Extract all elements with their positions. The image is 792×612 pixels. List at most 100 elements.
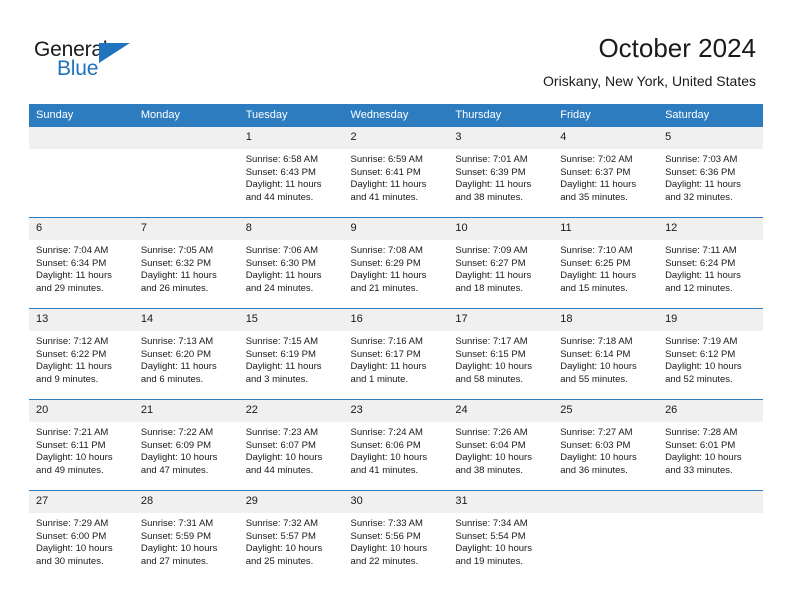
day-cell[interactable]: 13 Sunrise: 7:12 AM Sunset: 6:22 PM Dayligh… (29, 308, 134, 400)
daylight-text: Daylight: 11 hours and 26 minutes. (140, 270, 217, 294)
daylight-text: Daylight: 10 hours and 41 minutes. (350, 452, 428, 476)
triangle-icon (99, 43, 130, 63)
daylight-text: Daylight: 10 hours and 49 minutes. (36, 452, 113, 476)
sunset-text: Sunset: 6:03 PM (560, 439, 631, 451)
sunset-text: Sunset: 6:12 PM (665, 348, 736, 360)
calendar-body: 1 Sunrise: 6:58 AM Sunset: 6:43 PM Daylight… (29, 127, 763, 581)
day-details: Sunrise: 6:59 AM Sunset: 6:41 PM Daylight:… (344, 149, 449, 204)
daylight-text: Daylight: 11 hours and 12 minutes. (665, 270, 741, 294)
day-number (29, 127, 134, 149)
sunrise-text: Sunrise: 7:10 AM (560, 245, 633, 256)
day-cell[interactable]: 9 Sunrise: 7:08 AM Sunset: 6:29 PM Daylight… (343, 217, 449, 309)
day-cell[interactable]: 12 Sunrise: 7:11 AM Sunset: 6:24 PM Dayligh… (658, 217, 763, 309)
sunset-text: Sunset: 5:56 PM (350, 530, 421, 542)
day-details: Sunrise: 7:28 AM Sunset: 6:01 PM Daylight:… (658, 422, 763, 477)
day-number: 4 (553, 127, 659, 149)
sunset-text: Sunset: 6:29 PM (350, 257, 421, 269)
sunset-text: Sunset: 6:20 PM (140, 348, 212, 360)
day-cell[interactable]: 25 Sunrise: 7:27 AM Sunset: 6:03 PM Dayligh… (553, 399, 659, 491)
day-cell[interactable]: 7 Sunrise: 7:05 AM Sunset: 6:32 PM Daylight… (133, 217, 239, 309)
day-cell[interactable]: 4 Sunrise: 7:02 AM Sunset: 6:37 PM Daylight… (553, 127, 659, 218)
weekday-header-monday: Monday (133, 104, 239, 127)
sunrise-text: Sunrise: 7:19 AM (665, 336, 738, 347)
day-details: Sunrise: 7:33 AM Sunset: 5:56 PM Daylight:… (344, 513, 449, 568)
sunset-text: Sunset: 6:22 PM (36, 348, 107, 360)
sunset-text: Sunset: 6:34 PM (36, 257, 107, 269)
sunset-text: Sunset: 6:04 PM (455, 439, 526, 451)
sunrise-text: Sunrise: 7:26 AM (455, 427, 528, 438)
day-cell[interactable]: 19 Sunrise: 7:19 AM Sunset: 6:12 PM Dayligh… (658, 308, 763, 400)
daylight-text: Daylight: 11 hours and 29 minutes. (36, 270, 112, 294)
day-cell[interactable]: 30 Sunrise: 7:33 AM Sunset: 5:56 PM Dayligh… (343, 490, 449, 581)
day-cell[interactable]: 15 Sunrise: 7:15 AM Sunset: 6:19 PM Dayligh… (238, 308, 344, 400)
daylight-text: Daylight: 11 hours and 3 minutes. (245, 361, 322, 385)
day-number: 24 (448, 400, 554, 422)
daylight-text: Daylight: 10 hours and 38 minutes. (455, 452, 532, 476)
day-details: Sunrise: 7:04 AM Sunset: 6:34 PM Daylight:… (29, 240, 134, 295)
sunrise-text: Sunrise: 7:11 AM (665, 245, 737, 256)
sunset-text: Sunset: 6:36 PM (665, 166, 736, 178)
day-number: 6 (29, 218, 134, 240)
week-row: 6 Sunrise: 7:04 AM Sunset: 6:34 PM Daylight… (29, 217, 763, 309)
sunset-text: Sunset: 6:24 PM (665, 257, 736, 269)
day-details: Sunrise: 7:13 AM Sunset: 6:20 PM Daylight:… (134, 331, 239, 386)
day-cell[interactable]: 18 Sunrise: 7:18 AM Sunset: 6:14 PM Dayligh… (553, 308, 659, 400)
day-cell[interactable]: 11 Sunrise: 7:10 AM Sunset: 6:25 PM Dayligh… (553, 217, 659, 309)
day-cell[interactable]: 22 Sunrise: 7:23 AM Sunset: 6:07 PM Dayligh… (238, 399, 344, 491)
day-number: 14 (133, 309, 239, 331)
daylight-text: Daylight: 10 hours and 25 minutes. (245, 543, 323, 567)
sunset-text: Sunset: 6:01 PM (665, 439, 736, 451)
day-details: Sunrise: 7:27 AM Sunset: 6:03 PM Daylight:… (553, 422, 658, 477)
day-details: Sunrise: 7:11 AM Sunset: 6:24 PM Daylight:… (658, 240, 763, 295)
daylight-text: Daylight: 10 hours and 44 minutes. (245, 452, 323, 476)
day-details: Sunrise: 7:24 AM Sunset: 6:06 PM Daylight:… (344, 422, 449, 477)
day-cell[interactable]: 14 Sunrise: 7:13 AM Sunset: 6:20 PM Dayligh… (133, 308, 239, 400)
day-number: 28 (133, 491, 239, 513)
general-blue-logo[interactable]: General Blue (34, 38, 154, 84)
day-details: Sunrise: 7:02 AM Sunset: 6:37 PM Daylight:… (553, 149, 658, 204)
sunrise-text: Sunrise: 7:02 AM (560, 154, 633, 165)
day-cell[interactable]: 2 Sunrise: 6:59 AM Sunset: 6:41 PM Daylight… (343, 127, 449, 218)
day-number: 23 (343, 400, 449, 422)
sunrise-text: Sunrise: 7:08 AM (350, 245, 423, 256)
day-cell[interactable]: 6 Sunrise: 7:04 AM Sunset: 6:34 PM Daylight… (29, 217, 134, 309)
day-cell[interactable]: 5 Sunrise: 7:03 AM Sunset: 6:36 PM Daylight… (658, 127, 763, 218)
day-cell[interactable]: 23 Sunrise: 7:24 AM Sunset: 6:06 PM Dayligh… (343, 399, 449, 491)
day-cell[interactable]: 20 Sunrise: 7:21 AM Sunset: 6:11 PM Dayligh… (29, 399, 134, 491)
sunrise-text: Sunrise: 6:58 AM (245, 154, 319, 165)
day-cell[interactable]: 26 Sunrise: 7:28 AM Sunset: 6:01 PM Dayligh… (658, 399, 763, 491)
day-details: Sunrise: 7:17 AM Sunset: 6:15 PM Daylight:… (448, 331, 553, 386)
sunset-text: Sunset: 6:14 PM (560, 348, 631, 360)
day-number: 18 (553, 309, 659, 331)
day-cell[interactable]: 31 Sunrise: 7:34 AM Sunset: 5:54 PM Dayligh… (448, 490, 554, 581)
day-number: 19 (658, 309, 763, 331)
day-cell[interactable]: 17 Sunrise: 7:17 AM Sunset: 6:15 PM Dayligh… (448, 308, 554, 400)
sunset-text: Sunset: 6:27 PM (455, 257, 526, 269)
daylight-text: Daylight: 10 hours and 47 minutes. (140, 452, 218, 476)
sunset-text: Sunset: 6:11 PM (36, 439, 106, 451)
day-number: 31 (448, 491, 554, 513)
day-cell[interactable]: 24 Sunrise: 7:26 AM Sunset: 6:04 PM Dayligh… (448, 399, 554, 491)
weekday-header-sunday: Sunday (29, 104, 134, 127)
day-cell[interactable]: 8 Sunrise: 7:06 AM Sunset: 6:30 PM Daylight… (238, 217, 344, 309)
day-cell[interactable]: 10 Sunrise: 7:09 AM Sunset: 6:27 PM Dayligh… (448, 217, 554, 309)
sunset-text: Sunset: 6:43 PM (245, 166, 316, 178)
day-number: 30 (343, 491, 449, 513)
sunset-text: Sunset: 6:06 PM (350, 439, 421, 451)
sunset-text: Sunset: 6:30 PM (245, 257, 316, 269)
sunrise-text: Sunrise: 7:33 AM (350, 518, 423, 529)
day-cell[interactable]: 3 Sunrise: 7:01 AM Sunset: 6:39 PM Daylight… (448, 127, 554, 218)
sunrise-text: Sunrise: 7:23 AM (245, 427, 319, 438)
day-cell[interactable]: 28 Sunrise: 7:31 AM Sunset: 5:59 PM Dayligh… (133, 490, 239, 581)
sunrise-text: Sunrise: 7:34 AM (455, 518, 528, 529)
day-cell[interactable]: 21 Sunrise: 7:22 AM Sunset: 6:09 PM Dayligh… (133, 399, 239, 491)
day-cell[interactable]: 29 Sunrise: 7:32 AM Sunset: 5:57 PM Dayligh… (238, 490, 344, 581)
day-cell[interactable]: 1 Sunrise: 6:58 AM Sunset: 6:43 PM Daylight… (238, 127, 344, 218)
sunset-text: Sunset: 6:00 PM (36, 530, 107, 542)
sunrise-text: Sunrise: 7:22 AM (140, 427, 214, 438)
day-number: 17 (448, 309, 554, 331)
daylight-text: Daylight: 11 hours and 18 minutes. (455, 270, 532, 294)
day-cell[interactable]: 16 Sunrise: 7:16 AM Sunset: 6:17 PM Dayligh… (343, 308, 449, 400)
day-details: Sunrise: 7:08 AM Sunset: 6:29 PM Daylight:… (344, 240, 449, 295)
day-cell[interactable]: 27 Sunrise: 7:29 AM Sunset: 6:00 PM Dayligh… (29, 490, 134, 581)
